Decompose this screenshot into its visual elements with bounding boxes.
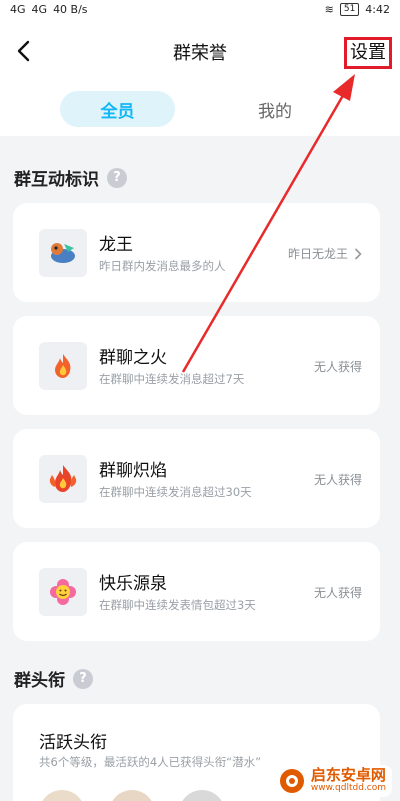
honor-title: 群聊之火	[99, 348, 167, 368]
honor-description: 在群聊中连续发表情包超过3天	[99, 598, 256, 612]
watermark: 启东安卓网 www.qdltdd.com	[272, 765, 392, 797]
network-speed: 40 B/s	[53, 3, 88, 16]
avatar[interactable]	[39, 790, 85, 801]
battery-icon: 51	[339, 3, 360, 16]
status-bar: 4G 4G 40 B/s ≋ 51 4:42	[0, 0, 400, 20]
avatar[interactable]	[109, 790, 155, 801]
title-card-heading: 活跃头衔	[39, 733, 107, 753]
title-card-description: 共6个等级，最活跃的4人已获得头衔“潜水”	[39, 755, 262, 769]
clock: 4:42	[365, 3, 390, 16]
dragon-icon	[39, 229, 87, 277]
blaze-icon	[39, 455, 87, 503]
honor-status-text: 无人获得	[313, 473, 362, 487]
help-icon[interactable]: ?	[107, 167, 127, 188]
chevron-right-icon	[354, 247, 362, 260]
watermark-text: 启东安卓网 www.qdltdd.com	[311, 768, 386, 793]
status-bar-right: ≋ 51 4:42	[325, 3, 390, 16]
honor-status: 无人获得	[314, 584, 362, 601]
honor-card-happy-source[interactable]: 快乐源泉 在群聊中连续发表情包超过3天 无人获得	[13, 542, 380, 641]
tab-all-members[interactable]: 全员	[60, 91, 175, 127]
help-icon[interactable]: ?	[73, 668, 93, 689]
fire-icon	[39, 342, 87, 390]
section-title-text: 群头衔	[14, 671, 65, 691]
honor-description: 在群聊中连续发消息超过30天	[99, 485, 252, 499]
honor-status-text: 无人获得	[313, 360, 362, 374]
watermark-logo-icon	[279, 769, 304, 793]
signal-label-2: 4G	[31, 3, 48, 16]
wifi-icon: ≋	[324, 3, 334, 16]
signal-label-1: 4G	[10, 3, 26, 16]
honor-title: 快乐源泉	[99, 574, 167, 594]
member-avatars	[39, 790, 225, 801]
page-title: 群荣誉	[173, 43, 227, 64]
honor-card-chat-fire[interactable]: 群聊之火 在群聊中连续发消息超过7天 无人获得	[13, 316, 380, 415]
avatar[interactable]	[179, 790, 225, 801]
settings-button[interactable]: 设置	[344, 37, 392, 69]
honor-card-chat-blaze[interactable]: 群聊炽焰 在群聊中连续发消息超过30天 无人获得	[13, 429, 380, 528]
honor-description: 在群聊中连续发消息超过7天	[99, 372, 245, 386]
honor-title: 群聊炽焰	[99, 461, 167, 481]
status-bar-left: 4G 4G 40 B/s	[10, 3, 88, 16]
honor-title: 龙王	[99, 235, 133, 255]
honor-status-text: 昨日无龙王	[287, 247, 348, 261]
tab-mine[interactable]: 我的	[240, 91, 310, 127]
watermark-url: www.qdltdd.com	[310, 783, 386, 794]
tab-bar: 全员 我的	[0, 82, 400, 136]
honor-status: 昨日无龙王	[288, 245, 362, 262]
section-title-text: 群互动标识	[14, 170, 99, 190]
section-title-titles: 群头衔 ?	[14, 666, 93, 691]
happy-flower-icon	[39, 568, 87, 616]
honor-description: 昨日群内发消息最多的人	[99, 259, 226, 273]
watermark-name: 启东安卓网	[310, 766, 386, 785]
honor-status: 无人获得	[314, 471, 362, 488]
honor-status-text: 无人获得	[313, 586, 362, 600]
honor-status: 无人获得	[314, 358, 362, 375]
navigation-bar: 群荣誉 设置	[0, 20, 400, 82]
honor-card-dragon-king[interactable]: 龙王 昨日群内发消息最多的人 昨日无龙王	[13, 203, 380, 302]
section-title-interaction: 群互动标识 ?	[14, 165, 127, 190]
